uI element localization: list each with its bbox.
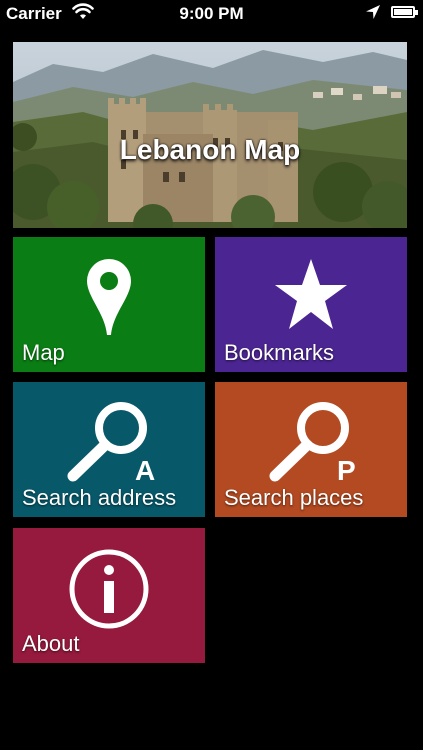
magnifier-p-icon: P — [269, 402, 356, 484]
about-tile-label: About — [22, 631, 80, 656]
banner-image: Lebanon Map — [13, 42, 407, 228]
location-arrow-icon — [365, 4, 381, 25]
bookmarks-tile[interactable]: Bookmarks — [215, 237, 407, 372]
search-places-badge: P — [337, 455, 356, 484]
info-icon — [69, 549, 149, 629]
status-bar: Carrier 9:00 PM — [0, 0, 423, 28]
magnifier-a-icon: A — [67, 402, 155, 484]
battery-icon — [391, 6, 418, 18]
bookmarks-tile-label: Bookmarks — [224, 340, 335, 365]
search-address-tile-label: Search address — [22, 485, 177, 510]
search-places-tile[interactable]: P Search places — [215, 382, 407, 517]
search-places-tile-label: Search places — [224, 485, 364, 510]
search-address-tile[interactable]: A Search address — [13, 382, 205, 517]
map-pin-icon — [87, 259, 131, 335]
app-title: Lebanon Map — [119, 134, 301, 165]
status-time: 9:00 PM — [179, 4, 244, 23]
map-tile-label: Map — [22, 340, 65, 365]
search-address-badge: A — [135, 455, 155, 484]
star-icon — [275, 259, 347, 329]
about-tile[interactable]: About — [13, 528, 205, 663]
map-tile[interactable]: Map — [13, 237, 205, 372]
